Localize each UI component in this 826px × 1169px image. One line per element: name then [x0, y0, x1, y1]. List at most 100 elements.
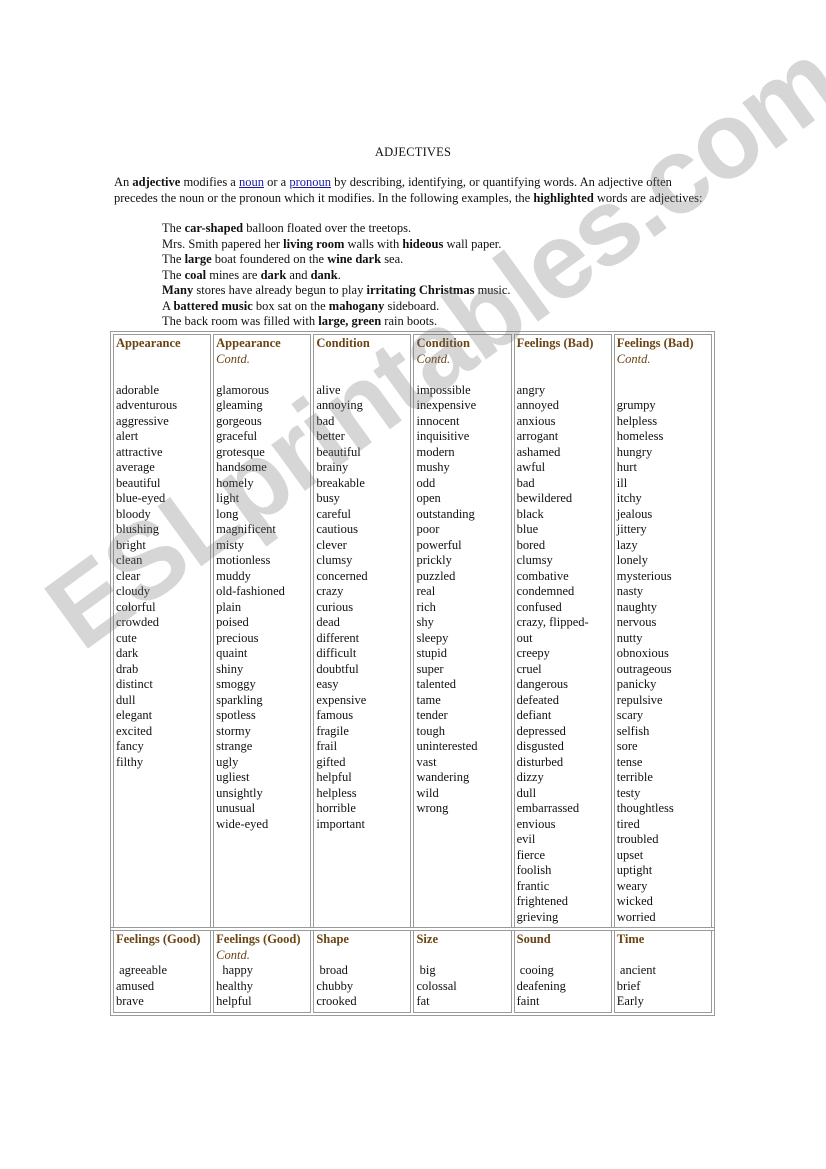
adjective-word: outrageous [616, 661, 672, 676]
adjective-word: open [416, 491, 441, 505]
example-sentence: Mrs. Smith papered her living room walls… [162, 237, 511, 253]
adjective-word: fragile [316, 723, 349, 738]
adjective-highlight: large, green [318, 314, 382, 328]
adjective-word: puzzled [416, 568, 456, 583]
adjective-word: cruel [516, 661, 542, 676]
adjective-word: helpless [616, 413, 658, 428]
adjective-word: clumsy [516, 553, 553, 567]
adjective-word: crowded [116, 615, 160, 629]
adjective-word: magnificent [216, 522, 276, 536]
adjective-word: handsome [216, 460, 267, 474]
adjective-word: dull [116, 692, 136, 707]
adjective-word: adventurous [116, 398, 178, 412]
adjective-word: aggressive [116, 413, 169, 428]
adjective-word: crooked [316, 994, 357, 1008]
adjective-word: rich [416, 599, 436, 614]
adjective-word: light [216, 491, 240, 505]
category-column: Shape broad chubby crooked [313, 930, 412, 1013]
adjective-word: bloody [116, 506, 151, 521]
adjective-word: crazy [316, 584, 344, 598]
adjective-word: dull [516, 785, 537, 800]
noun-link[interactable]: noun [239, 175, 264, 189]
continued-label: Contd. [216, 351, 250, 366]
adjective-word: naughty [616, 599, 658, 614]
pronoun-link[interactable]: pronoun [289, 175, 331, 189]
category-column: Appearance Contd. glamorous gleaming gorgeou… [213, 334, 312, 928]
adjective-word: wild [416, 785, 439, 800]
adjective-word: hurt [616, 460, 637, 474]
adjective-word: expensive [316, 692, 367, 707]
adjective-word: tame [416, 692, 441, 707]
continued-label: Contd. [416, 351, 451, 366]
adjective-word: defiant [516, 708, 552, 722]
sentence-text: wall paper. [443, 236, 502, 251]
adjective-word: itchy [616, 491, 642, 505]
sentence-text: balloon floated over the treetops. [243, 221, 412, 235]
category-column: Size big colossal fat [413, 930, 512, 1013]
adjective-word: important [316, 816, 365, 831]
adjective-word: agreeable [116, 963, 168, 977]
adjective-word [617, 383, 709, 399]
adjective-highlight: dark [260, 267, 287, 282]
adjective-word: brief [616, 978, 641, 993]
category-header: Shape [316, 932, 349, 946]
adjective-word: angry [516, 382, 546, 397]
adjective-word: grotesque [216, 444, 265, 459]
category-header: Feelings (Good) [116, 932, 201, 946]
adjective-word: wicked [616, 894, 653, 908]
adjective-word: breakable [316, 475, 365, 490]
adjective-word: mysterious [616, 568, 672, 583]
adjective-word: repulsive [616, 692, 663, 707]
adjective-word: grumpy [616, 398, 656, 412]
category-column: Condition alive annoying bad better beautiful… [313, 334, 412, 928]
adjective-word: clean [116, 553, 143, 567]
continued-label: Contd. [216, 947, 250, 962]
adjective-word: obnoxious [616, 646, 669, 660]
adjective-word: innocent [416, 413, 460, 428]
adjective-word: colorful [116, 599, 156, 614]
adjective-word: easy [316, 677, 339, 691]
adjective-word: horrible [316, 801, 356, 815]
adjective-word: bad [516, 475, 535, 490]
adjective-word: unusual [216, 801, 256, 815]
adjective-word: tense [616, 754, 643, 769]
adjective-word: smoggy [216, 677, 256, 691]
adjective-word: nervous [616, 615, 657, 629]
adjective-word: blue [516, 522, 539, 536]
adjective-word: better [316, 429, 345, 443]
adjective-word: out [516, 630, 533, 645]
adjective-word: beautiful [116, 475, 161, 490]
adjective-word: odd [416, 475, 436, 490]
adjective-word: annoying [316, 398, 363, 412]
adjective-word: clever [316, 537, 347, 552]
adjective-word: blushing [116, 522, 160, 536]
adjective-word: precious [216, 630, 259, 645]
category-header: Condition [316, 336, 370, 350]
adjective-word: hungry [616, 444, 653, 459]
adjective-word: envious [516, 816, 556, 831]
intro-text: An [114, 175, 133, 189]
adjective-word: crazy, flipped- [516, 615, 589, 629]
adjective-word: foolish [516, 863, 552, 877]
adjective-word: quaint [216, 646, 248, 660]
intro-text: or a [263, 175, 290, 189]
sentence-text: and [286, 267, 311, 282]
adjective-word: helpless [316, 785, 357, 800]
adjective-word: dark [116, 646, 139, 660]
adjective-word: stupid [416, 646, 448, 660]
adjective-table-secondary: Feelings (Good) agreeable amused brave Feel… [110, 927, 715, 1016]
adjective-word: terrible [616, 770, 653, 784]
sentence-text: sea. [381, 252, 404, 266]
adjective-word: confused [516, 599, 562, 614]
adjective-highlight: Many [162, 283, 194, 297]
adjective-word: fat [416, 994, 430, 1008]
sentence-text: box sat on the [252, 298, 329, 313]
adjective-word: helpful [316, 770, 352, 784]
adjective-word: depressed [516, 723, 566, 738]
adjective-word: glamorous [216, 382, 269, 397]
